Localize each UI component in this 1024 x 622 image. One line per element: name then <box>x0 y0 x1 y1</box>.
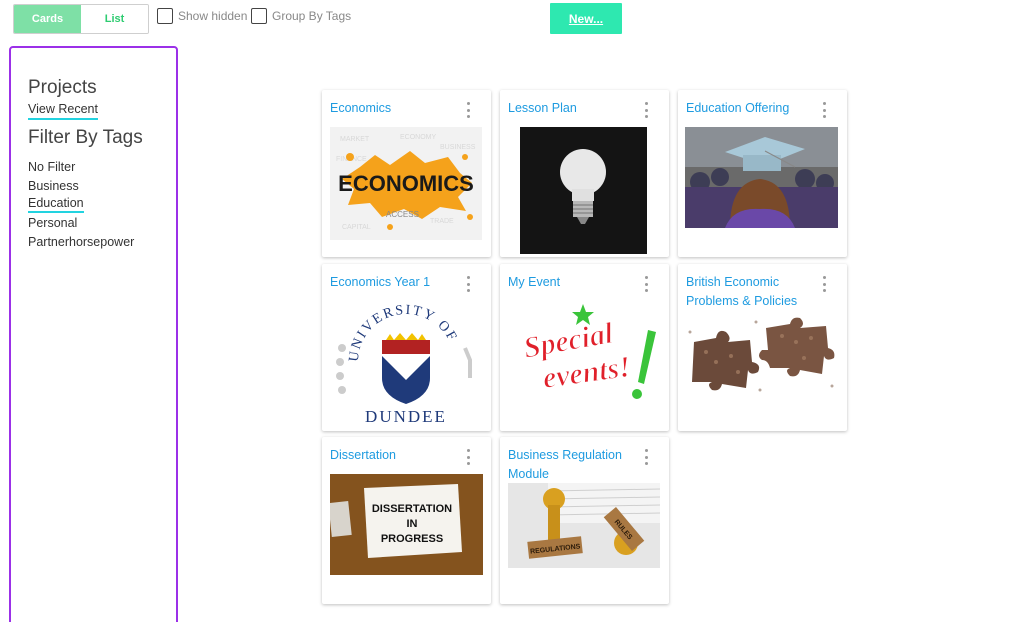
project-card-economics[interactable]: Economics MARKETECONOMYBUSINESS FINANCET… <box>322 90 491 257</box>
show-hidden-checkbox[interactable]: Show hidden <box>157 8 247 24</box>
tag-no-filter[interactable]: No Filter <box>28 158 75 177</box>
project-card-economics-year-1[interactable]: Economics Year 1 UNIVERSITY OF DUNDEE <box>322 264 491 431</box>
more-vert-icon[interactable] <box>821 276 827 292</box>
card-title[interactable]: Dissertation <box>330 446 460 465</box>
project-card-dissertation[interactable]: Dissertation DISSERTATION IN PROGRESS <box>322 437 491 604</box>
logo-bottom-text: DUNDEE <box>365 407 447 426</box>
sign-line2: IN <box>407 518 418 530</box>
card-title[interactable]: Economics <box>330 99 460 118</box>
card-image: REGULATIONS RULES <box>508 483 660 568</box>
tag-business[interactable]: Business <box>28 177 79 196</box>
dissertation-sign-image: DISSERTATION IN PROGRESS <box>330 474 483 575</box>
sidebar: Projects View Recent Filter By Tags No F… <box>9 46 178 622</box>
group-by-tags-label: Group By Tags <box>272 9 352 23</box>
more-vert-icon[interactable] <box>643 449 649 465</box>
show-hidden-label: Show hidden <box>178 9 248 23</box>
tag-list: No Filter Business Education Personal Pa… <box>28 158 176 252</box>
group-by-tags-checkbox[interactable]: Group By Tags <box>251 8 351 24</box>
card-title[interactable]: My Event <box>508 273 638 292</box>
card-title[interactable]: Lesson Plan <box>508 99 638 118</box>
new-button[interactable]: New... <box>550 3 622 34</box>
regulation-stamps-image: REGULATIONS RULES <box>508 483 660 568</box>
card-title[interactable]: Economics Year 1 <box>330 273 460 292</box>
svg-text:ECONOMY: ECONOMY <box>400 134 437 141</box>
tag-personal[interactable]: Personal <box>28 214 77 233</box>
tag-education[interactable]: Education <box>28 195 84 214</box>
svg-text:MARKET: MARKET <box>340 136 370 143</box>
university-of-dundee-logo: UNIVERSITY OF DUNDEE <box>330 300 482 429</box>
project-card-my-event[interactable]: My Event Special events! <box>500 264 669 431</box>
card-image <box>520 127 647 254</box>
svg-text:BUSINESS: BUSINESS <box>440 144 476 151</box>
card-image <box>685 127 838 228</box>
project-card-lesson-plan[interactable]: Lesson Plan <box>500 90 669 257</box>
projects-heading: Projects <box>28 77 97 98</box>
card-image <box>686 312 838 396</box>
more-vert-icon[interactable] <box>643 276 649 292</box>
sign-line3: PROGRESS <box>381 533 443 545</box>
economics-splash-image: MARKETECONOMYBUSINESS FINANCETRADECAPITA… <box>330 127 482 240</box>
svg-text:CAPITAL: CAPITAL <box>342 224 371 231</box>
svg-text:ACCESS: ACCESS <box>386 210 419 219</box>
view-toggle: Cards List <box>13 4 149 34</box>
more-vert-icon[interactable] <box>465 102 471 118</box>
project-card-british-economic-problems[interactable]: British Economic Problems & Policies <box>678 264 847 431</box>
more-vert-icon[interactable] <box>465 276 471 292</box>
card-title[interactable]: Business Regulation Module <box>508 446 638 483</box>
puzzle-pieces-image <box>686 312 838 396</box>
project-card-education-offering[interactable]: Education Offering <box>678 90 847 257</box>
list-view-button[interactable]: List <box>81 5 148 33</box>
special-events-logo: Special events! <box>508 300 660 408</box>
more-vert-icon[interactable] <box>643 102 649 118</box>
sign-line1: DISSERTATION <box>372 503 452 515</box>
view-recent-link[interactable]: View Recent <box>28 102 98 120</box>
light-bulb-image <box>520 127 647 254</box>
svg-text:TRADE: TRADE <box>430 218 454 225</box>
card-title[interactable]: British Economic Problems & Policies <box>686 273 816 310</box>
card-image: Special events! <box>508 300 660 408</box>
more-vert-icon[interactable] <box>465 449 471 465</box>
svg-text:ECONOMICS: ECONOMICS <box>338 171 474 196</box>
group-by-tags-box[interactable] <box>251 8 267 24</box>
more-vert-icon[interactable] <box>821 102 827 118</box>
project-card-business-regulation-module[interactable]: Business Regulation Module REGULATIONS R… <box>500 437 669 604</box>
graduation-cap-image <box>685 127 838 228</box>
tag-partnerhorsepower[interactable]: Partnerhorsepower <box>28 233 134 252</box>
show-hidden-box[interactable] <box>157 8 173 24</box>
card-image: MARKETECONOMYBUSINESS FINANCETRADECAPITA… <box>330 127 482 240</box>
cards-view-button[interactable]: Cards <box>14 5 81 33</box>
filter-by-tags-heading: Filter By Tags <box>28 127 143 148</box>
card-image: UNIVERSITY OF DUNDEE <box>330 300 482 429</box>
card-title[interactable]: Education Offering <box>686 99 816 118</box>
card-image: DISSERTATION IN PROGRESS <box>330 474 483 575</box>
